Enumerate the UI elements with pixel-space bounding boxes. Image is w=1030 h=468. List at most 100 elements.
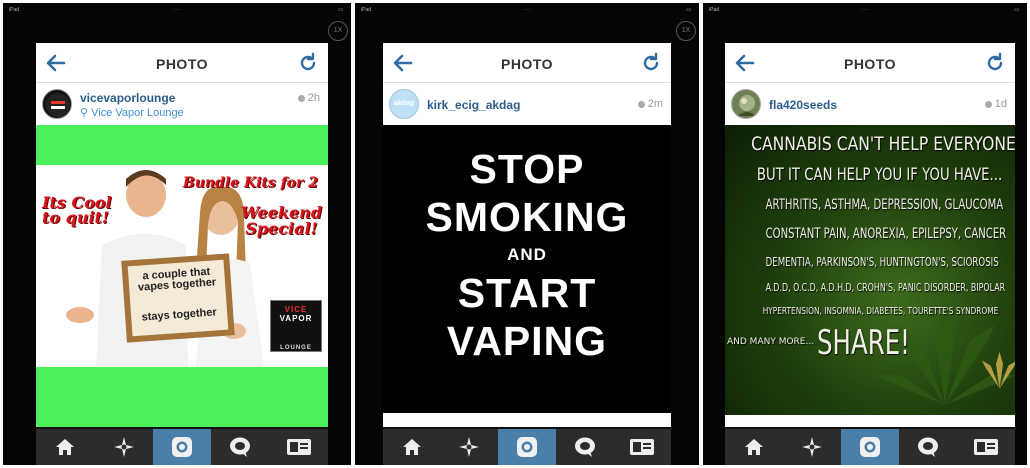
post-photo[interactable]: CANNABIS CAN'T HELP EVERYONE BUT IT CAN …	[725, 125, 1015, 415]
tab-home[interactable]	[725, 429, 783, 465]
logo-line-3: LOUNGE	[280, 345, 312, 351]
profile-card-icon	[630, 439, 655, 455]
poster-line-smoking: SMOKING	[425, 194, 629, 240]
refresh-icon[interactable]	[639, 51, 663, 75]
location-pin-icon: ⚲	[80, 107, 92, 119]
back-arrow-icon[interactable]	[733, 51, 757, 75]
avatar[interactable]	[42, 89, 72, 119]
poster-line-start: START	[457, 270, 597, 316]
time-ago-label: 2m	[647, 98, 663, 110]
tab-profile[interactable]	[270, 429, 328, 465]
status-bar: iPad · · · ▭	[355, 3, 699, 17]
tab-news[interactable]	[556, 429, 614, 465]
battery-icon: ▭	[686, 7, 691, 13]
screenshot-collage: iPad · · · ▭ 1X PHOTO vicevaporlounge ⚲ …	[0, 0, 1030, 468]
poster-conditions-1: ARTHRITIS, ASTHMA, DEPRESSION, GLAUCOMA	[765, 197, 1004, 213]
app-header: PHOTO	[383, 43, 671, 83]
its-cool-text: Its Cool to quit!	[42, 195, 112, 226]
tab-explore[interactable]	[94, 429, 152, 465]
post-time: 1d	[984, 98, 1007, 110]
post-header: akdag kirk_ecig_akdag 2m	[383, 83, 671, 125]
status-bar: iPad · · · ▭	[3, 3, 351, 17]
avatar-logo-icon	[46, 93, 70, 117]
clock-label: · · ·	[173, 7, 181, 13]
explore-star-icon	[802, 437, 822, 457]
tab-bar	[725, 427, 1015, 465]
app-screen: PHOTO fla420seeds 1d CANNABIS CAN'T HELP…	[725, 43, 1015, 465]
username-link[interactable]: fla420seeds	[769, 98, 837, 112]
post-header: fla420seeds 1d	[725, 83, 1015, 125]
time-ago-label: 2h	[307, 92, 320, 104]
camera-icon	[860, 437, 880, 457]
camera-icon	[516, 437, 537, 457]
battery-icon: ▭	[1014, 7, 1019, 13]
tab-news[interactable]	[899, 429, 957, 465]
post-time: 2h	[297, 92, 320, 104]
post-photo[interactable]: Its Cool to quit! Bundle Kits for 2 Week…	[36, 125, 328, 427]
news-bubble-icon	[918, 437, 938, 457]
poster-line-and: AND	[507, 245, 547, 264]
tab-explore[interactable]	[441, 429, 499, 465]
photo-top-band	[36, 125, 328, 165]
avatar-plant-icon	[738, 95, 756, 116]
app-header: PHOTO	[725, 43, 1015, 83]
home-icon	[745, 439, 763, 455]
explore-star-icon	[459, 437, 480, 457]
logo-line-1: VICE	[284, 305, 308, 314]
page-title: PHOTO	[500, 56, 554, 72]
tab-news[interactable]	[211, 429, 269, 465]
device-3: iPad · · · ▭ PHOTO fla420seeds 1d CANNAB…	[703, 3, 1027, 465]
explore-star-icon	[113, 437, 134, 457]
device-1: iPad · · · ▭ 1X PHOTO vicevaporlounge ⚲ …	[3, 3, 351, 465]
photo-middle: Its Cool to quit! Bundle Kits for 2 Week…	[36, 165, 328, 367]
time-ago-label: 1d	[994, 98, 1007, 110]
username-link[interactable]: kirk_ecig_akdag	[427, 98, 520, 112]
avatar[interactable]	[731, 89, 761, 119]
tab-explore[interactable]	[783, 429, 841, 465]
clock-icon	[297, 95, 305, 102]
back-arrow-icon[interactable]	[44, 51, 68, 75]
app-header: PHOTO	[36, 43, 328, 83]
clock-label: · · ·	[861, 7, 869, 13]
page-title: PHOTO	[843, 56, 897, 72]
device-2: iPad · · · ▭ 1X PHOTO akdag kirk_ecig_ak…	[355, 3, 699, 465]
cardboard-sign: a couple that vapes together stays toget…	[121, 253, 235, 343]
photo-bottom-band	[36, 367, 328, 427]
zoom-button[interactable]: 1X	[328, 21, 348, 41]
sign-text-1: a couple that vapes together	[137, 265, 217, 294]
tab-profile[interactable]	[613, 429, 671, 465]
profile-card-icon	[974, 439, 998, 455]
tab-camera[interactable]	[841, 429, 899, 465]
poster-conditions-4: A.D.D, O.C.D, A.D.H.D, CROHN'S, PANIC DI…	[765, 281, 1006, 294]
poster-share: SHARE!	[817, 323, 910, 363]
status-bar: iPad · · · ▭	[703, 3, 1027, 17]
sign-text-2: stays together	[141, 306, 218, 324]
news-bubble-icon	[230, 437, 251, 457]
avatar[interactable]: akdag	[389, 89, 419, 119]
post-time: 2m	[637, 98, 663, 110]
news-bubble-icon	[574, 437, 595, 457]
refresh-icon[interactable]	[983, 51, 1007, 75]
post-photo[interactable]: STOP SMOKING AND START VAPING	[383, 125, 671, 413]
username-link[interactable]: vicevaporlounge	[80, 91, 175, 105]
location-link[interactable]: ⚲ Vice Vapor Lounge	[80, 106, 184, 119]
tab-home[interactable]	[36, 429, 94, 465]
home-icon	[56, 439, 75, 455]
tab-camera[interactable]	[152, 429, 212, 465]
zoom-button[interactable]: 1X	[676, 21, 696, 41]
tab-camera[interactable]	[498, 429, 556, 465]
tab-bar	[383, 427, 671, 465]
app-screen: PHOTO vicevaporlounge ⚲ Vice Vapor Loung…	[36, 43, 328, 465]
tab-home[interactable]	[383, 429, 441, 465]
vice-vapor-logo: VICE VAPOR LOUNGE	[270, 300, 322, 352]
camera-icon	[172, 437, 193, 457]
page-title: PHOTO	[155, 56, 209, 72]
back-arrow-icon[interactable]	[391, 51, 415, 75]
clock-icon	[637, 101, 645, 108]
poster-conditions-5: HYPERTENSION, INSOMNIA, DIABETES, TOURET…	[762, 306, 999, 317]
refresh-icon[interactable]	[296, 51, 320, 75]
tab-profile[interactable]	[957, 429, 1015, 465]
poster-conditions-3: DEMENTIA, PARKINSON'S, HUNTINGTON'S, SCI…	[765, 255, 999, 269]
weekend-special-text: Weekend Special!	[241, 205, 322, 237]
poster-subheadline: BUT IT CAN HELP YOU IF YOU HAVE...	[756, 165, 1003, 185]
